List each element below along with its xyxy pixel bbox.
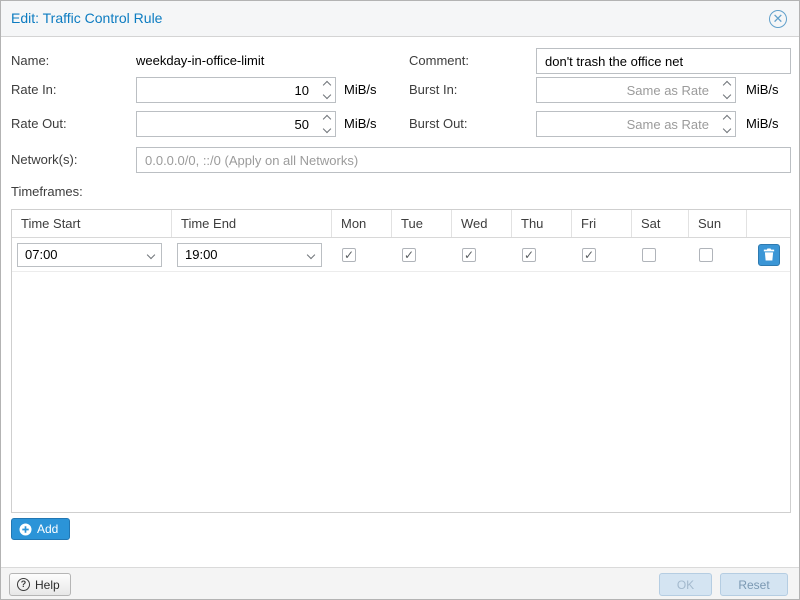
timeframes-label: Timeframes: bbox=[11, 179, 83, 205]
burst-out-spinner[interactable] bbox=[724, 111, 730, 137]
rate-in-spinner[interactable] bbox=[324, 77, 330, 103]
column-header-sun: Sun bbox=[689, 210, 747, 237]
spinner-up-icon bbox=[723, 81, 731, 89]
column-header-time-end: Time End bbox=[172, 210, 332, 237]
column-header-mon: Mon bbox=[332, 210, 392, 237]
help-button[interactable]: ? Help bbox=[9, 573, 71, 596]
rate-in-unit: MiB/s bbox=[344, 77, 377, 103]
traffic-control-rule-dialog: Edit: Traffic Control Rule ✕ Name: weekd… bbox=[0, 0, 800, 600]
spinner-down-icon bbox=[323, 125, 331, 133]
dialog-footer: ? Help OK Reset bbox=[1, 567, 799, 600]
column-header-wed: Wed bbox=[452, 210, 512, 237]
spinner-up-icon bbox=[323, 115, 331, 123]
time-end-value: 19:00 bbox=[185, 244, 218, 266]
dialog-title: Edit: Traffic Control Rule bbox=[11, 10, 162, 26]
help-icon: ? bbox=[17, 578, 30, 591]
rate-in-label: Rate In: bbox=[11, 77, 57, 103]
plus-circle-icon bbox=[19, 523, 32, 536]
fri-checkbox[interactable] bbox=[582, 248, 596, 262]
burst-out-input[interactable] bbox=[536, 111, 736, 137]
rate-out-spinner[interactable] bbox=[324, 111, 330, 137]
rate-out-label: Rate Out: bbox=[11, 111, 67, 137]
rate-in-input[interactable] bbox=[136, 77, 336, 103]
thu-checkbox[interactable] bbox=[522, 248, 536, 262]
delete-timeframe-button[interactable] bbox=[758, 244, 780, 266]
spinner-down-icon bbox=[323, 91, 331, 99]
wed-checkbox[interactable] bbox=[462, 248, 476, 262]
time-start-value: 07:00 bbox=[25, 244, 58, 266]
spinner-down-icon bbox=[723, 125, 731, 133]
time-start-select[interactable]: 07:00 bbox=[17, 243, 162, 267]
add-timeframe-button[interactable]: Add bbox=[11, 518, 70, 540]
column-header-tue: Tue bbox=[392, 210, 452, 237]
comment-label: Comment: bbox=[409, 48, 469, 74]
name-label: Name: bbox=[11, 48, 49, 74]
mon-checkbox[interactable] bbox=[342, 248, 356, 262]
spinner-up-icon bbox=[323, 81, 331, 89]
chevron-down-icon bbox=[148, 252, 154, 258]
burst-in-unit: MiB/s bbox=[746, 77, 779, 103]
spinner-down-icon bbox=[723, 91, 731, 99]
sun-checkbox[interactable] bbox=[699, 248, 713, 262]
chevron-down-icon bbox=[308, 252, 314, 258]
rate-out-unit: MiB/s bbox=[344, 111, 377, 137]
column-header-actions bbox=[747, 210, 790, 237]
column-header-sat: Sat bbox=[632, 210, 689, 237]
time-end-select[interactable]: 19:00 bbox=[177, 243, 322, 267]
help-button-label: Help bbox=[35, 578, 60, 592]
burst-out-unit: MiB/s bbox=[746, 111, 779, 137]
column-header-thu: Thu bbox=[512, 210, 572, 237]
trash-icon bbox=[763, 248, 775, 261]
reset-button[interactable]: Reset bbox=[720, 573, 788, 596]
burst-in-label: Burst In: bbox=[409, 77, 457, 103]
timeframe-row: 07:00 19:00 bbox=[12, 238, 790, 272]
timeframes-table: Time Start Time End Mon Tue Wed Thu Fri … bbox=[11, 209, 791, 513]
burst-in-input[interactable] bbox=[536, 77, 736, 103]
add-button-label: Add bbox=[37, 522, 58, 536]
ok-button[interactable]: OK bbox=[659, 573, 712, 596]
close-icon[interactable]: ✕ bbox=[769, 10, 787, 28]
networks-input[interactable] bbox=[136, 147, 791, 173]
rate-out-input[interactable] bbox=[136, 111, 336, 137]
dialog-titlebar: Edit: Traffic Control Rule ✕ bbox=[1, 1, 799, 37]
timeframes-table-header: Time Start Time End Mon Tue Wed Thu Fri … bbox=[12, 210, 790, 238]
burst-out-label: Burst Out: bbox=[409, 111, 468, 137]
comment-input[interactable] bbox=[536, 48, 791, 74]
sat-checkbox[interactable] bbox=[642, 248, 656, 262]
burst-in-spinner[interactable] bbox=[724, 77, 730, 103]
column-header-fri: Fri bbox=[572, 210, 632, 237]
column-header-time-start: Time Start bbox=[12, 210, 172, 237]
spinner-up-icon bbox=[723, 115, 731, 123]
name-value: weekday-in-office-limit bbox=[136, 48, 264, 74]
networks-label: Network(s): bbox=[11, 147, 77, 173]
tue-checkbox[interactable] bbox=[402, 248, 416, 262]
